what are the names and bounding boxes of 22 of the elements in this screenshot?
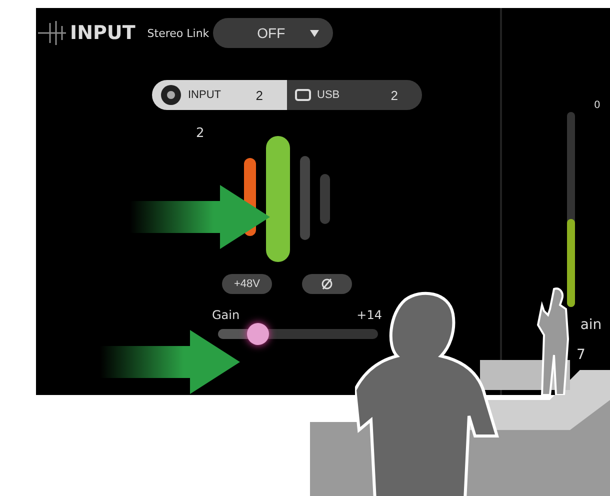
source-tab[interactable]: USB 2 xyxy=(287,80,422,110)
gain-value: 7 xyxy=(576,347,586,363)
phase-icon xyxy=(321,278,333,290)
channel-number: 2 xyxy=(196,126,204,141)
usb-icon xyxy=(295,89,311,101)
gain-label: ain xyxy=(580,317,602,333)
phantom-power-button[interactable]: +48V xyxy=(222,274,272,294)
arrow-icon xyxy=(130,185,270,249)
stereo-link-label: Stereo Link xyxy=(147,26,210,40)
phase-button[interactable] xyxy=(302,274,352,294)
caret-icon xyxy=(310,30,320,36)
stereo-link-dropdown[interactable]: OFF xyxy=(213,18,334,48)
waveform-icon xyxy=(36,19,66,47)
gain-slider[interactable] xyxy=(218,322,378,346)
meter-tick: 0 xyxy=(594,100,600,111)
slider-thumb[interactable] xyxy=(247,323,269,345)
gain-reading: +14 xyxy=(356,308,382,322)
section-title: INPUT xyxy=(70,22,136,44)
gain-label: Gain xyxy=(212,308,240,322)
jack-icon xyxy=(160,84,182,106)
source-tab[interactable]: INPUT 2 xyxy=(152,80,287,110)
arrow-icon xyxy=(100,330,240,394)
